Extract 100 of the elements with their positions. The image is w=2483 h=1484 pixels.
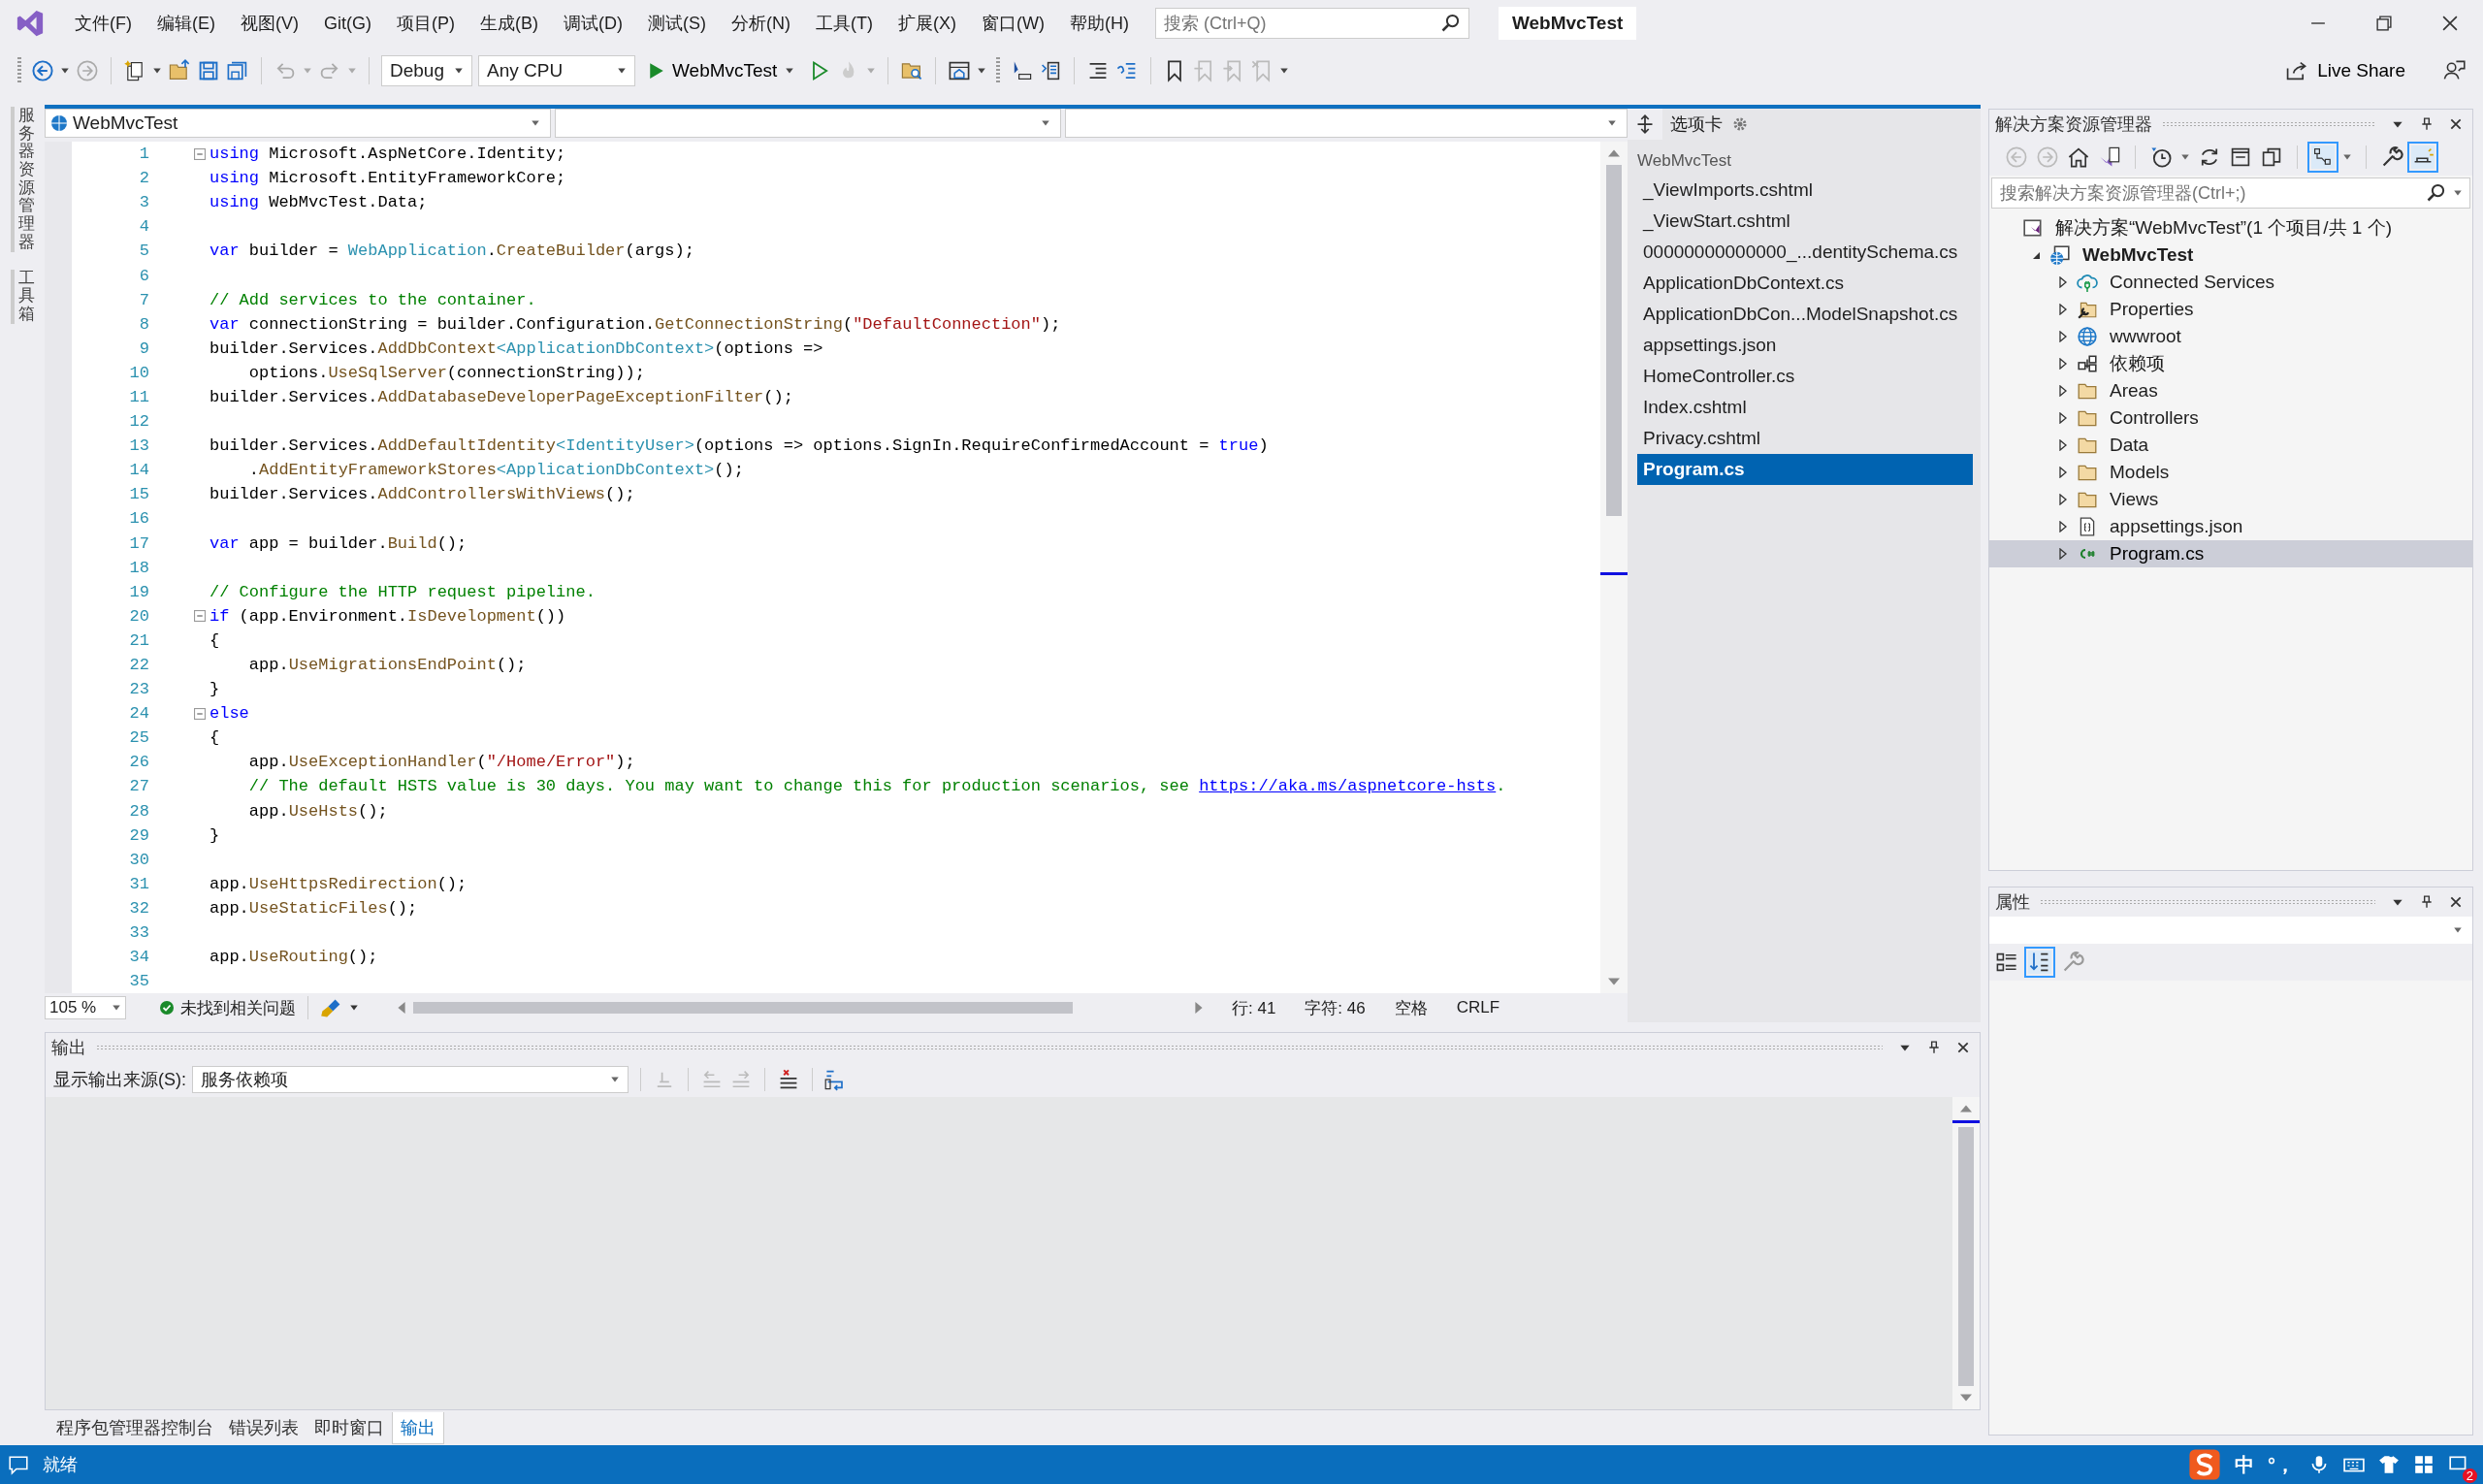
menu-item[interactable]: 窗口(W) [968, 12, 1057, 35]
side-tab[interactable]: 工具箱 [10, 269, 35, 324]
scroll-thumb[interactable] [1606, 165, 1622, 516]
menu-item[interactable]: 测试(S) [635, 12, 719, 35]
panel-tab[interactable]: 错误列表 [221, 1412, 306, 1445]
menu-item[interactable]: 分析(N) [719, 12, 803, 35]
grid-icon[interactable] [2413, 1454, 2435, 1475]
live-share-button[interactable]: Live Share [2276, 55, 2413, 86]
cursor-status[interactable]: CRLF [1456, 998, 1500, 1018]
scroll-thumb[interactable] [413, 1002, 1073, 1015]
tree-item[interactable]: Connected Services [2110, 272, 2275, 293]
open-tab-item[interactable]: appsettings.json [1637, 330, 1973, 361]
menu-item[interactable]: 生成(B) [468, 12, 551, 35]
panel-tab[interactable]: 输出 [392, 1412, 444, 1445]
settings-icon[interactable] [1732, 116, 1748, 132]
open-tab-item[interactable]: HomeController.cs [1637, 361, 1973, 392]
menu-item[interactable]: 扩展(X) [885, 12, 969, 35]
caret-icon[interactable] [2342, 152, 2352, 162]
scroll-thumb[interactable] [1958, 1127, 1974, 1387]
back-icon[interactable] [31, 59, 54, 82]
pin-icon[interactable] [1927, 1041, 1941, 1055]
menu-item[interactable]: Git(G) [311, 13, 384, 34]
caret-icon[interactable] [1279, 66, 1290, 76]
split-icon[interactable] [1635, 114, 1655, 134]
platform-dropdown[interactable]: Any CPU [478, 55, 635, 86]
panel-tab[interactable]: 程序包管理器控制台 [48, 1412, 221, 1445]
open-tab-item[interactable]: _ViewImports.cshtml [1637, 175, 1973, 206]
tree-item[interactable]: Controllers [2110, 407, 2199, 429]
caret-icon[interactable] [60, 66, 70, 76]
copy-icon[interactable] [2260, 145, 2283, 169]
pin-icon[interactable] [2420, 117, 2434, 131]
open-folder-icon[interactable] [168, 59, 191, 82]
menu-item[interactable]: 项目(P) [384, 12, 468, 35]
tree-item[interactable]: Data [2110, 435, 2149, 456]
collapsed-arrow-icon[interactable] [2057, 439, 2069, 451]
scroll-down-icon[interactable] [1960, 1394, 1972, 1403]
ime-logo-icon[interactable] [2188, 1448, 2221, 1481]
caret-icon[interactable] [152, 66, 162, 76]
tree-item[interactable]: 解决方案“WebMvcTest”(1 个项目/共 1 个) [2055, 215, 2392, 241]
save-icon[interactable] [197, 59, 220, 82]
open-tab-item[interactable]: ApplicationDbContext.cs [1637, 268, 1973, 299]
collapse-icon[interactable] [194, 610, 206, 623]
menu-item[interactable]: 调试(D) [551, 12, 635, 35]
configuration-dropdown[interactable]: Debug [381, 55, 472, 86]
link[interactable]: https://aka.ms/aspnetcore-hsts [1199, 777, 1497, 796]
restore-icon[interactable] [2373, 13, 2395, 34]
project-dropdown[interactable]: WebMvcTest [45, 109, 551, 138]
collapsed-arrow-icon[interactable] [2057, 276, 2069, 288]
issues-status[interactable]: 未找到相关问题 [180, 996, 296, 1019]
caret-icon[interactable] [977, 66, 987, 76]
close-icon[interactable] [2449, 117, 2463, 131]
open-tab-item[interactable]: Program.cs [1637, 454, 1973, 485]
tree-item[interactable]: appsettings.json [2110, 516, 2243, 537]
pin-icon[interactable] [2420, 895, 2434, 909]
ime-mode[interactable]: 中 [2235, 1451, 2254, 1478]
collapsed-arrow-icon[interactable] [2057, 467, 2069, 478]
collapsed-arrow-icon[interactable] [2057, 548, 2069, 560]
caret-icon[interactable] [2453, 188, 2463, 198]
scroll-down-icon[interactable] [1608, 978, 1620, 986]
collapse-icon[interactable] [194, 147, 206, 160]
history-icon[interactable] [2149, 145, 2173, 169]
menu-item[interactable]: 编辑(E) [145, 12, 228, 35]
tree-item[interactable]: Properties [2110, 299, 2194, 320]
punctuation-mode[interactable]: °， [2268, 1451, 2295, 1478]
output-source-dropdown[interactable]: 服务依赖项 [192, 1066, 629, 1094]
window-layout-icon[interactable] [948, 59, 972, 82]
panel-tab[interactable]: 即时窗口 [306, 1412, 392, 1445]
collapsed-arrow-icon[interactable] [2057, 494, 2069, 505]
open-tab-item[interactable]: Index.cshtml [1637, 392, 1973, 423]
menu-item[interactable]: 文件(F) [62, 12, 145, 35]
collapsed-arrow-icon[interactable] [2057, 331, 2069, 342]
menu-item[interactable]: 视图(V) [228, 12, 311, 35]
open-tab-item[interactable]: 00000000000000_...dentitySchema.cs [1637, 237, 1973, 268]
scroll-up-icon[interactable] [1608, 149, 1620, 157]
scroll-right-icon[interactable] [1195, 1002, 1203, 1015]
open-tab-item[interactable]: ApplicationDbCon...ModelSnapshot.cs [1637, 299, 1973, 330]
tree-item[interactable]: Program.cs [2110, 543, 2205, 565]
menu-item[interactable]: 帮助(H) [1056, 12, 1142, 35]
tree-item[interactable]: wwwroot [2110, 326, 2181, 347]
categorized-icon[interactable] [1995, 951, 2018, 974]
search-field[interactable]: 搜索解决方案资源管理器(Ctrl+;) [1991, 177, 2470, 209]
collapse-icon[interactable] [194, 707, 206, 720]
tree-item[interactable]: WebMvcTest [2082, 244, 2194, 266]
cursor-status[interactable]: 行: 41 [1232, 996, 1276, 1019]
tree-item[interactable]: Models [2110, 462, 2170, 483]
tree-item[interactable]: Views [2110, 489, 2159, 510]
menu-item[interactable]: 工具(T) [803, 12, 886, 35]
open-tab-item[interactable]: Privacy.cshtml [1637, 423, 1973, 454]
tree-item[interactable]: Areas [2110, 380, 2158, 402]
side-tab[interactable]: 服务器资源管理器 [10, 107, 35, 252]
save-all-icon[interactable] [226, 59, 249, 82]
vertical-scrollbar[interactable] [1600, 142, 1628, 994]
collapsed-arrow-icon[interactable] [2057, 385, 2069, 397]
zoom-dropdown[interactable]: 105 % [45, 996, 126, 1020]
home-icon[interactable] [2067, 145, 2090, 169]
scroll-up-icon[interactable] [1960, 1105, 1972, 1113]
cursor-status[interactable]: 字符: 46 [1305, 996, 1366, 1019]
cursor-status[interactable]: 空格 [1394, 996, 1428, 1019]
close-icon[interactable] [2449, 895, 2463, 909]
app-logo-icon[interactable] [16, 9, 45, 38]
